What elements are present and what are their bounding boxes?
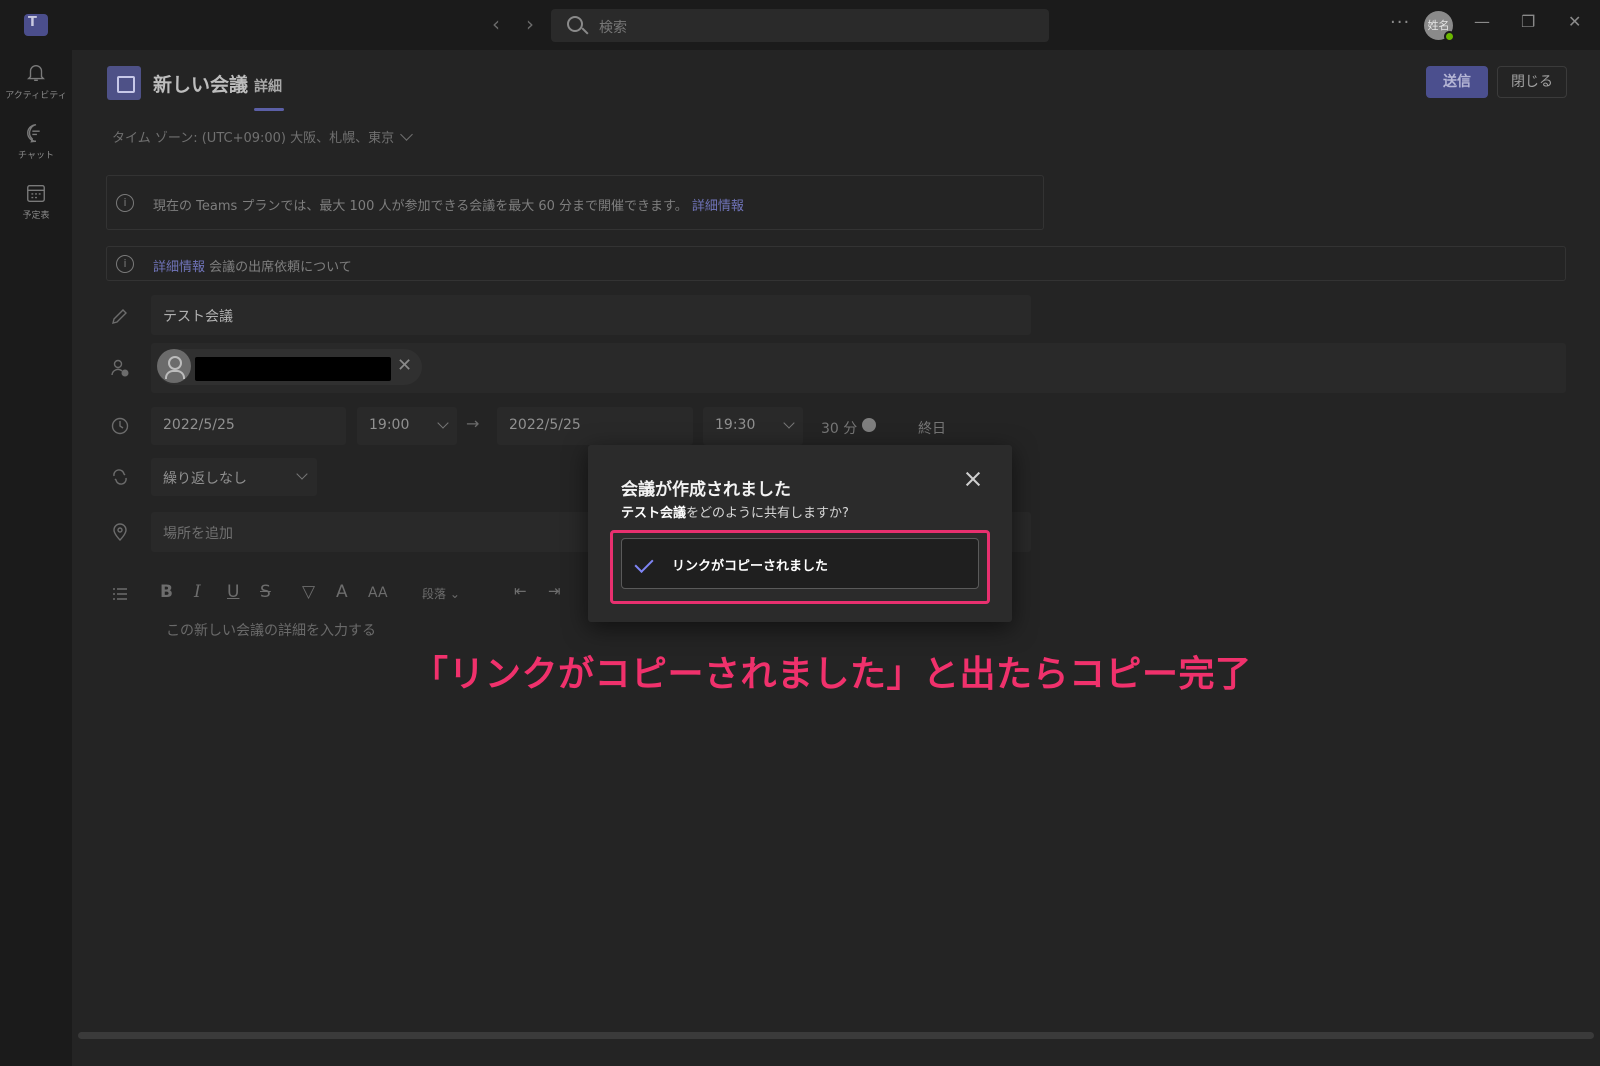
attendance-info-text: 詳細情報 会議の出席依頼について [153, 260, 352, 275]
list-icon [113, 588, 127, 600]
restore-button[interactable]: ❐ [1521, 12, 1535, 31]
dialog-subtitle: テスト会議をどのように共有しますか? [621, 506, 849, 521]
plan-info-text: 現在の Teams プランでは、最大 100 人が参加できる会議を最大 60 分… [153, 199, 744, 214]
repeat-icon [113, 469, 127, 485]
close-button[interactable]: 閉じる [1497, 66, 1567, 98]
repeat-value: 繰り返しなし [163, 471, 247, 487]
italic-button[interactable]: I [194, 582, 201, 602]
location-placeholder: 場所を追加 [163, 526, 233, 542]
meeting-created-dialog: 会議が作成されました テスト会議をどのように共有しますか? リンクがコピーされま… [588, 445, 1012, 622]
remove-attendee-icon[interactable]: ✕ [397, 355, 412, 376]
chevron-down-icon [296, 468, 308, 480]
start-date-picker[interactable]: 2022/5/25 [151, 407, 346, 445]
underline-button[interactable]: U [227, 582, 239, 602]
chevron-down-icon [783, 417, 795, 429]
arrow-right-icon: → [466, 414, 480, 433]
all-day-label: 終日 [918, 421, 946, 437]
search-input[interactable]: 検索 [551, 9, 1049, 42]
annotation-caption: 「リンクがコピーされました」と出たらコピー完了 [412, 654, 1252, 695]
info-icon: i [116, 194, 134, 212]
strikethrough-button[interactable]: S [260, 582, 271, 602]
location-pin-icon [113, 523, 127, 541]
pencil-icon [112, 309, 127, 324]
horizontal-scrollbar[interactable] [78, 1032, 1594, 1039]
checkmark-icon [634, 553, 654, 574]
attendance-info-link[interactable]: 詳細情報 [153, 260, 205, 275]
start-date-value: 2022/5/25 [163, 417, 235, 433]
more-options-button[interactable]: ··· [1390, 12, 1410, 33]
end-time-value: 19:30 [715, 417, 756, 433]
teams-logo-icon: T [24, 14, 48, 36]
rail-label-chat: チャット [18, 151, 54, 161]
send-button[interactable]: 送信 [1426, 66, 1488, 98]
bold-button[interactable]: B [160, 582, 173, 602]
meeting-title-value: テスト会議 [163, 309, 233, 325]
calendar-icon [27, 184, 45, 202]
copy-link-button[interactable]: リンクがコピーされました [621, 538, 979, 589]
info-icon: i [116, 255, 134, 273]
person-icon [157, 349, 191, 383]
tab-active-indicator [254, 108, 284, 111]
forward-arrow-icon[interactable]: › [526, 12, 534, 36]
clock-icon [111, 417, 129, 435]
copied-label: リンクがコピーされました [672, 559, 829, 574]
presence-available-icon [1444, 31, 1455, 42]
minimize-button[interactable]: — [1474, 12, 1490, 31]
calendar-icon [107, 66, 141, 100]
all-day-toggle[interactable] [860, 416, 900, 434]
add-person-icon [111, 359, 129, 377]
tab-details[interactable]: 詳細 [254, 76, 282, 96]
timezone-label: タイム ゾーン: (UTC+09:00) 大阪、札幌、東京 [112, 131, 395, 146]
back-arrow-icon[interactable]: ‹ [492, 12, 500, 36]
font-size-icon[interactable]: AA [368, 585, 388, 601]
rail-item-calendar[interactable]: 予定表 [0, 176, 72, 236]
end-date-picker[interactable]: 2022/5/25 [497, 407, 693, 445]
repeat-dropdown[interactable]: 繰り返しなし [151, 458, 317, 496]
highlight-icon[interactable]: ▽ [302, 582, 315, 602]
plan-info-link[interactable]: 詳細情報 [692, 199, 744, 214]
duration-label: 30 分 [821, 421, 858, 437]
editor-placeholder: この新しい会議の詳細を入力する [166, 623, 376, 639]
indent-icon[interactable]: ⇥ [548, 582, 561, 600]
font-color-icon[interactable]: A [336, 582, 348, 602]
start-time-picker[interactable]: 19:00 [357, 407, 457, 445]
page-title: 新しい会議 [153, 74, 249, 96]
bell-icon [27, 65, 45, 82]
redacted-attendee-name [195, 357, 391, 381]
paragraph-dropdown[interactable]: 段落 ⌄ [422, 585, 460, 602]
dialog-title: 会議が作成されました [621, 480, 791, 500]
rail-item-chat[interactable]: チャット [0, 116, 72, 176]
chat-icon [27, 124, 40, 143]
timezone-selector[interactable]: タイム ゾーン: (UTC+09:00) 大阪、札幌、東京 [112, 127, 414, 146]
attendance-info-banner: i 詳細情報 会議の出席依頼について [106, 246, 1566, 281]
search-placeholder: 検索 [599, 20, 627, 36]
rail-label-activity: アクティビティ [5, 91, 67, 101]
chevron-down-icon [400, 128, 414, 141]
avatar-initials: 姓名 [1427, 19, 1450, 32]
app-rail: アクティビティ チャット 予定表 [0, 50, 72, 1066]
end-time-picker[interactable]: 19:30 [703, 407, 803, 445]
rail-item-activity[interactable]: アクティビティ [0, 56, 72, 116]
rail-label-calendar: 予定表 [22, 211, 50, 221]
outdent-icon[interactable]: ⇤ [514, 582, 527, 600]
window-close-button[interactable]: ✕ [1568, 12, 1581, 31]
search-icon [567, 16, 583, 32]
title-bar: T ‹ › 検索 ··· 姓名 — ❐ ✕ [0, 0, 1600, 50]
chevron-down-icon [437, 417, 449, 429]
toggle-knob [862, 418, 876, 432]
avatar[interactable]: 姓名 [1424, 11, 1455, 42]
end-date-value: 2022/5/25 [509, 417, 581, 433]
meeting-title-input[interactable]: テスト会議 [151, 295, 1031, 335]
start-time-value: 19:00 [369, 417, 410, 433]
dialog-close-icon[interactable] [963, 469, 983, 489]
plan-info-banner: i 現在の Teams プランでは、最大 100 人が参加できる会議を最大 60… [106, 175, 1044, 230]
attendee-chip[interactable]: ✕ [157, 349, 422, 385]
